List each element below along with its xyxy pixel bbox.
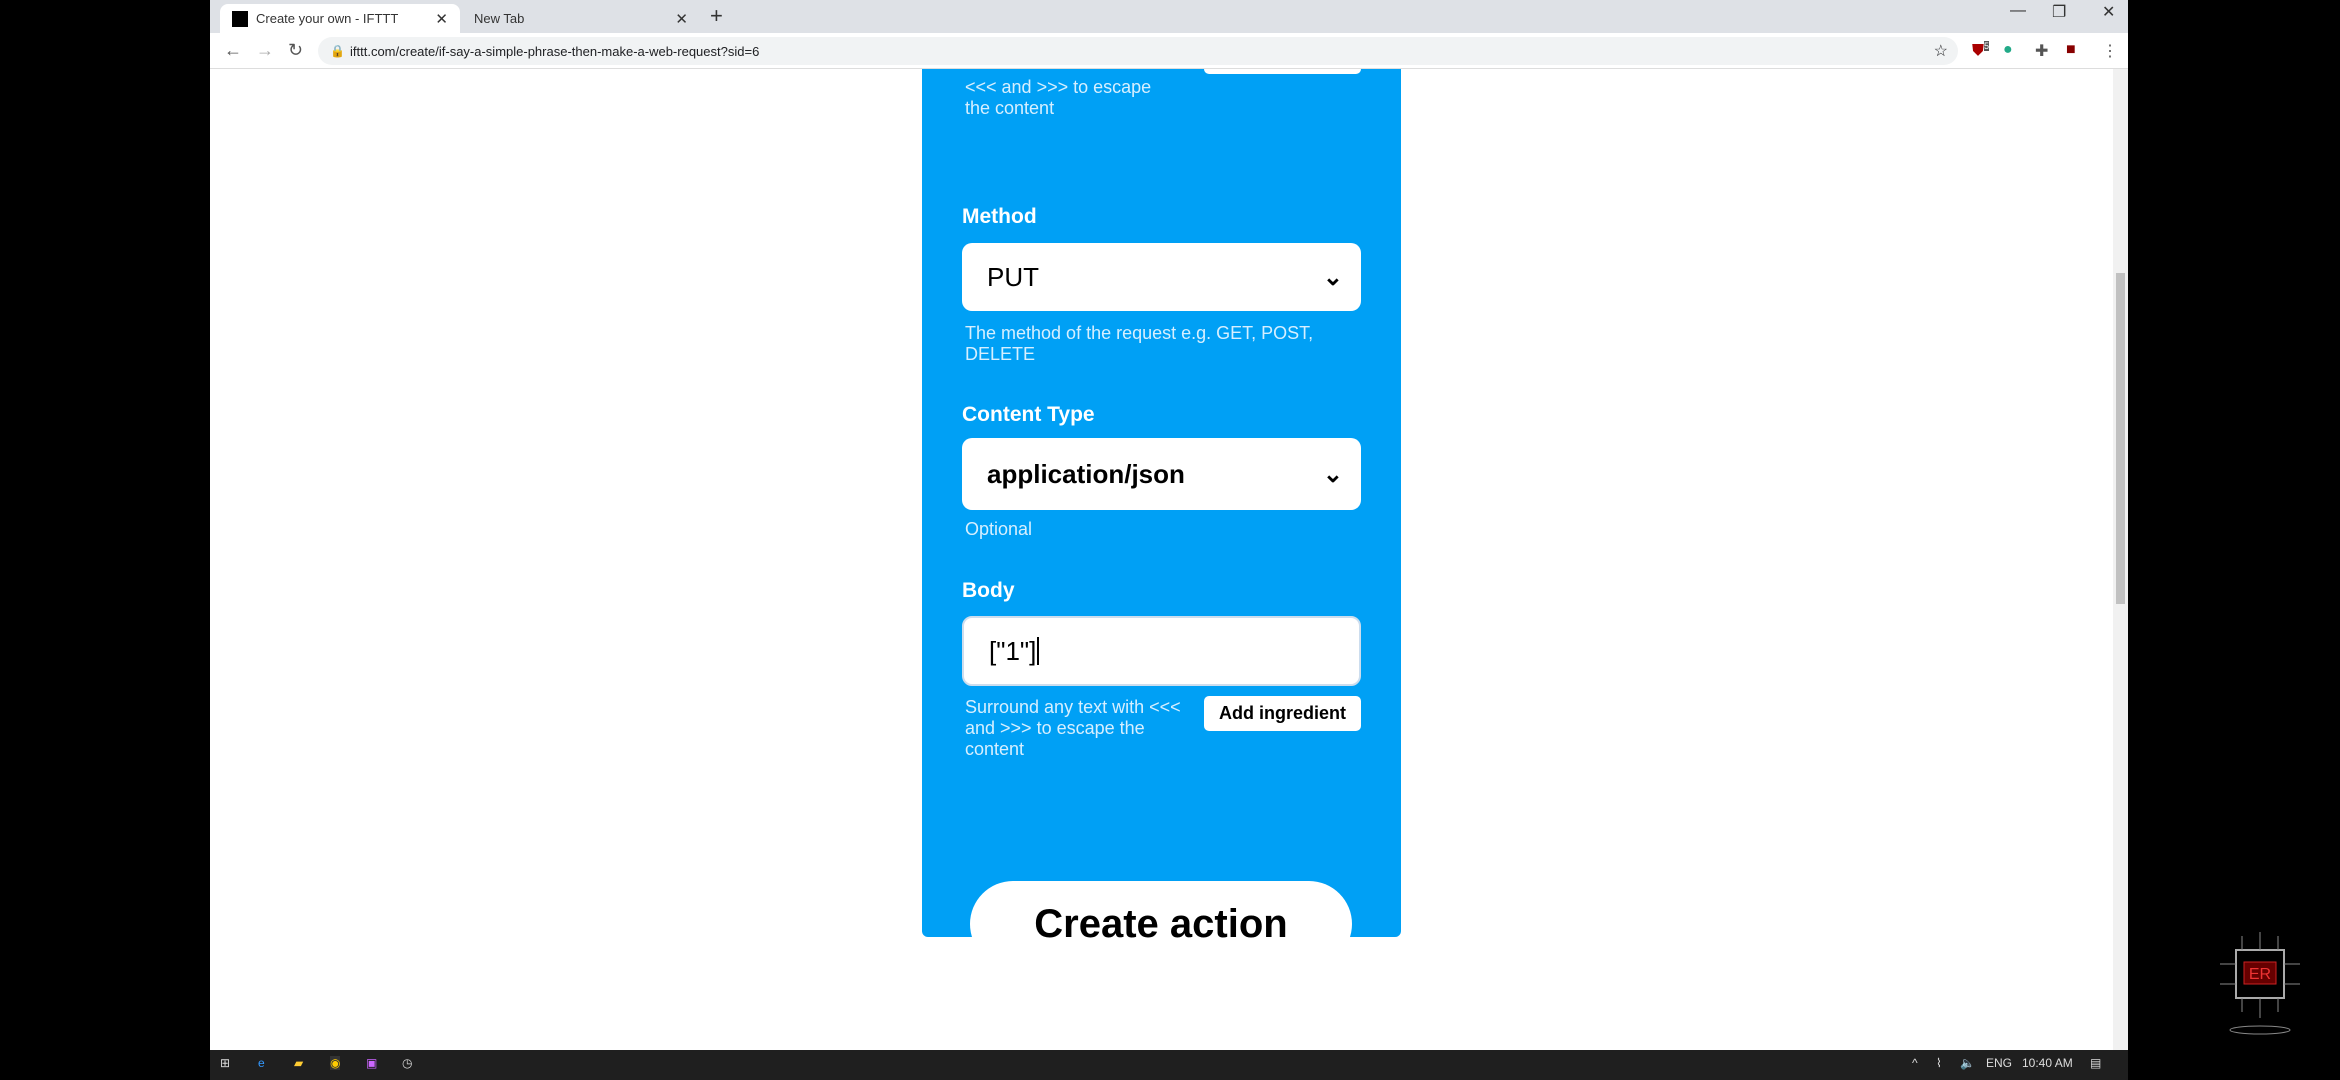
profile-extension-icon[interactable]: ■	[2066, 41, 2076, 59]
back-icon[interactable]: ←	[224, 40, 242, 61]
network-icon[interactable]: ⌇	[1936, 1056, 1942, 1070]
prev-help-text: <<< and >>> to escape the content	[965, 77, 1205, 119]
page-content: <<< and >>> to escape the content Method …	[210, 69, 2113, 1050]
method-value: PUT	[987, 261, 1039, 292]
content-type-help: Optional	[965, 519, 1033, 539]
help-line: <<< and >>> to escape	[965, 77, 1152, 97]
body-input[interactable]: ["1"]	[962, 616, 1361, 686]
extension-badge: 5	[1984, 41, 1990, 51]
svg-text:ER: ER	[2249, 966, 2271, 983]
ublock-extension-icon[interactable]: ⛊5	[1972, 41, 1990, 60]
restore-icon[interactable]: ❐	[2052, 2, 2066, 22]
reload-icon[interactable]: ↻	[288, 40, 303, 61]
tab-title: Create your own - IFTTT	[256, 11, 399, 26]
edge-icon[interactable]: e	[258, 1056, 265, 1070]
tab-bar: Create your own - IFTTT ✕ New Tab ✕ + — ❐ …	[210, 0, 2128, 33]
windows-start-icon[interactable]: ⊞	[220, 1056, 230, 1070]
url-input[interactable]: 🔒 ifttt.com/create/if-say-a-simple-phrase…	[318, 37, 1958, 65]
window-close-icon[interactable]: ✕	[2102, 2, 2115, 22]
help-line: the content	[965, 98, 1055, 118]
add-ingredient-button[interactable]: Add ingredient	[1204, 696, 1361, 731]
text-cursor	[1037, 637, 1040, 665]
menu-kebab-icon[interactable]: ⋮	[2102, 41, 2118, 61]
new-tab-plus-icon[interactable]: +	[710, 3, 723, 29]
lock-icon: 🔒	[330, 44, 345, 58]
url-text: ifttt.com/create/if-say-a-simple-phrase-…	[350, 43, 760, 59]
create-action-button[interactable]: Create action	[970, 881, 1352, 967]
er-watermark-logo: ER	[2220, 932, 2300, 1035]
minimize-icon[interactable]: —	[2010, 2, 2026, 20]
tab-new-tab[interactable]: New Tab ✕	[462, 4, 700, 33]
close-tab-icon[interactable]: ✕	[435, 10, 448, 28]
body-help: Surround any text with <<< and >>> to es…	[965, 697, 1181, 759]
tab-create-your-own[interactable]: Create your own - IFTTT ✕	[220, 4, 460, 33]
scrollbar-thumb[interactable]	[2116, 273, 2125, 604]
file-explorer-icon[interactable]: ▰	[294, 1056, 303, 1070]
close-tab-icon[interactable]: ✕	[675, 10, 688, 28]
taskbar: ⊞ e ▰ ◉ ▣ ◷ ^ ⌇ 🔈 ENG 10:40 AM ▤	[210, 1050, 2128, 1080]
chevron-down-icon: ⌄	[1322, 263, 1343, 291]
chevron-down-icon: ⌄	[1322, 460, 1343, 488]
bookmark-star-icon[interactable]: ☆	[1934, 41, 1948, 61]
forward-icon[interactable]: →	[256, 40, 274, 61]
extensions-puzzle-icon[interactable]: ✚	[2035, 41, 2048, 61]
method-help: The method of the request e.g. GET, POST…	[965, 323, 1314, 364]
ifttt-favicon-icon	[232, 10, 248, 27]
chrome-icon[interactable]: ◉	[330, 1056, 341, 1070]
premiere-icon[interactable]: ▣	[366, 1056, 377, 1070]
method-label: Method	[962, 205, 1037, 228]
add-ingredient-button-prev[interactable]	[1204, 69, 1361, 74]
tray-chevron-icon[interactable]: ^	[1912, 1056, 1918, 1070]
clock-app-icon[interactable]: ◷	[402, 1056, 412, 1070]
globe-extension-icon[interactable]: ●	[2003, 41, 2013, 59]
language-indicator[interactable]: ENG	[1986, 1056, 2012, 1070]
action-fields-panel: <<< and >>> to escape the content Method …	[922, 69, 1401, 967]
content-type-value: application/json	[987, 458, 1185, 489]
tab-title: New Tab	[474, 11, 525, 26]
volume-icon[interactable]: 🔈	[1960, 1056, 1975, 1070]
notifications-icon[interactable]: ▤	[2090, 1056, 2101, 1070]
address-bar-row: ← → ↻ 🔒 ifttt.com/create/if-say-a-simple-…	[210, 33, 2128, 69]
method-select[interactable]: PUT ⌄	[962, 243, 1361, 311]
body-value: ["1"]	[989, 635, 1037, 666]
content-type-label: Content Type	[962, 403, 1095, 426]
content-type-select[interactable]: application/json ⌄	[962, 438, 1361, 510]
browser-window: Create your own - IFTTT ✕ New Tab ✕ + — ❐ …	[210, 0, 2128, 1050]
body-label: Body	[962, 579, 1015, 602]
scrollbar[interactable]	[2113, 69, 2128, 1050]
clock[interactable]: 10:40 AM	[2022, 1056, 2073, 1070]
